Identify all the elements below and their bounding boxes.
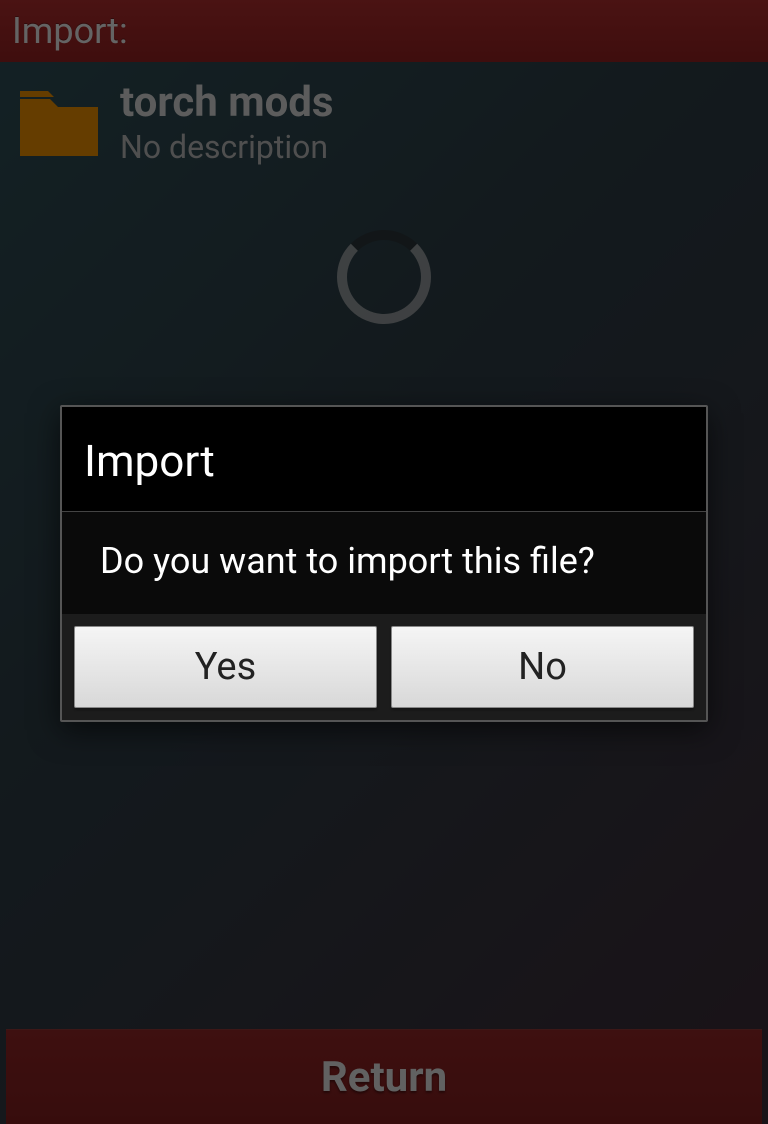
dialog-title: Import [62,407,706,512]
yes-button[interactable]: Yes [74,626,377,708]
dialog-button-row: Yes No [62,614,706,720]
dialog-message: Do you want to import this file? [62,512,706,614]
no-button[interactable]: No [391,626,694,708]
import-dialog: Import Do you want to import this file? … [60,405,708,722]
